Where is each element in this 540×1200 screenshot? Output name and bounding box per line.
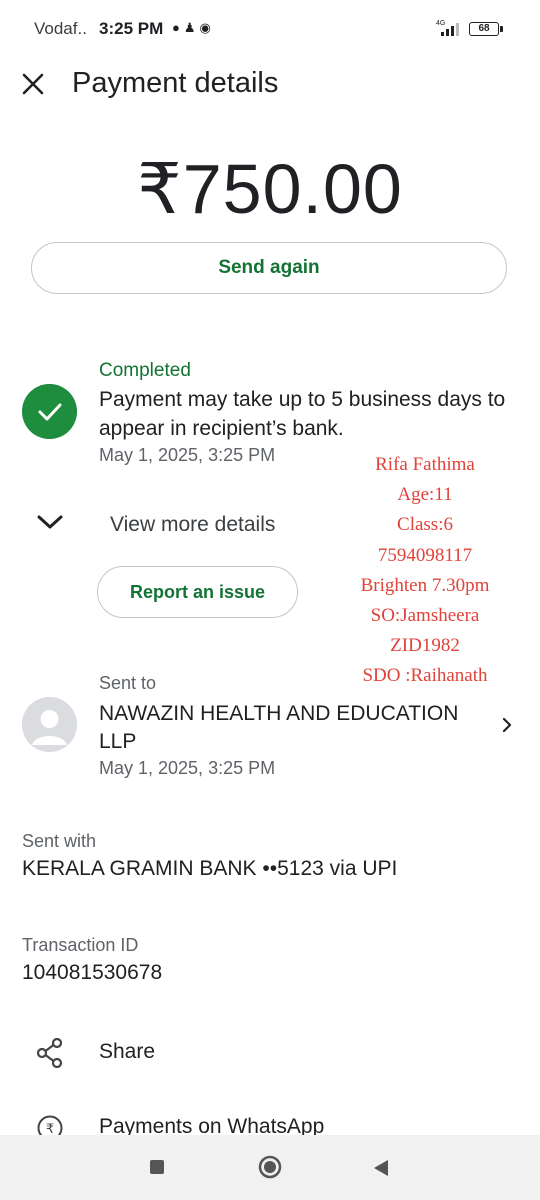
recents-button[interactable] [150, 1160, 164, 1174]
status-badge: Completed [99, 360, 191, 381]
payment-date: May 1, 2025, 3:25 PM [99, 445, 276, 465]
back-button[interactable] [372, 1158, 390, 1178]
chevron-down-icon[interactable] [36, 512, 64, 532]
annotation-line: Brighten 7.30pm [360, 574, 490, 596]
avatar[interactable] [22, 697, 77, 752]
annotation-line: ZID1982 [390, 635, 460, 657]
recipient-name[interactable]: NAWAZIN HEALTH AND EDUCATION LLP [99, 700, 499, 756]
page-title: Payment details [72, 67, 279, 99]
share-icon[interactable] [36, 1038, 64, 1068]
transaction-id-label: Transaction ID [22, 935, 139, 955]
annotation-line: 7594098117 [377, 544, 473, 566]
sent-to-label: Sent to [99, 673, 157, 693]
signal-icon: 4G [436, 20, 459, 36]
svg-text:4G: 4G [436, 20, 445, 27]
sent-with-label: Sent with [22, 831, 97, 851]
send-again-button[interactable]: Send again [31, 242, 507, 294]
recipient-date: May 1, 2025, 3:25 PM [99, 758, 276, 778]
annotation-line: Age:11 [397, 484, 453, 506]
status-message: Payment may take up to 5 business days t… [99, 388, 506, 440]
notification-icons: ●♟◉ [172, 20, 215, 36]
carrier-name: Vodaf.. [34, 19, 87, 38]
view-more-details-link[interactable]: View more details [110, 513, 275, 537]
chevron-right-icon[interactable] [500, 716, 514, 734]
chat-bubble-icon: ● [172, 20, 184, 35]
home-button[interactable] [258, 1155, 282, 1179]
transaction-id-value: 104081530678 [22, 961, 163, 984]
annotation-line: SDO :Raihanath [362, 665, 488, 687]
payment-amount: ₹750.00 [137, 150, 403, 228]
bank-account: KERALA GRAMIN BANK ••5123 via UPI [22, 857, 398, 880]
annotation-line: Class:6 [397, 514, 453, 536]
check-circle-icon [22, 384, 77, 439]
status-time: 3:25 PM [99, 19, 164, 38]
report-issue-button[interactable]: Report an issue [97, 566, 298, 618]
status-bar: Vodaf.. 3:25 PM ●♟◉ 4G 68 [0, 0, 540, 60]
close-icon[interactable] [22, 73, 44, 95]
annotation-overlay: Rifa Fathima Age:11 Class:6 7594098117 B… [350, 450, 500, 692]
annotation-line: Rifa Fathima [375, 454, 475, 475]
whatsapp-icon: ◉ [199, 20, 215, 35]
battery-icon: 68 [469, 22, 503, 36]
share-button[interactable]: Share [99, 1040, 155, 1064]
annotation-line: SO:Jamsheera [370, 604, 480, 626]
snapchat-icon: ♟ [183, 20, 200, 35]
